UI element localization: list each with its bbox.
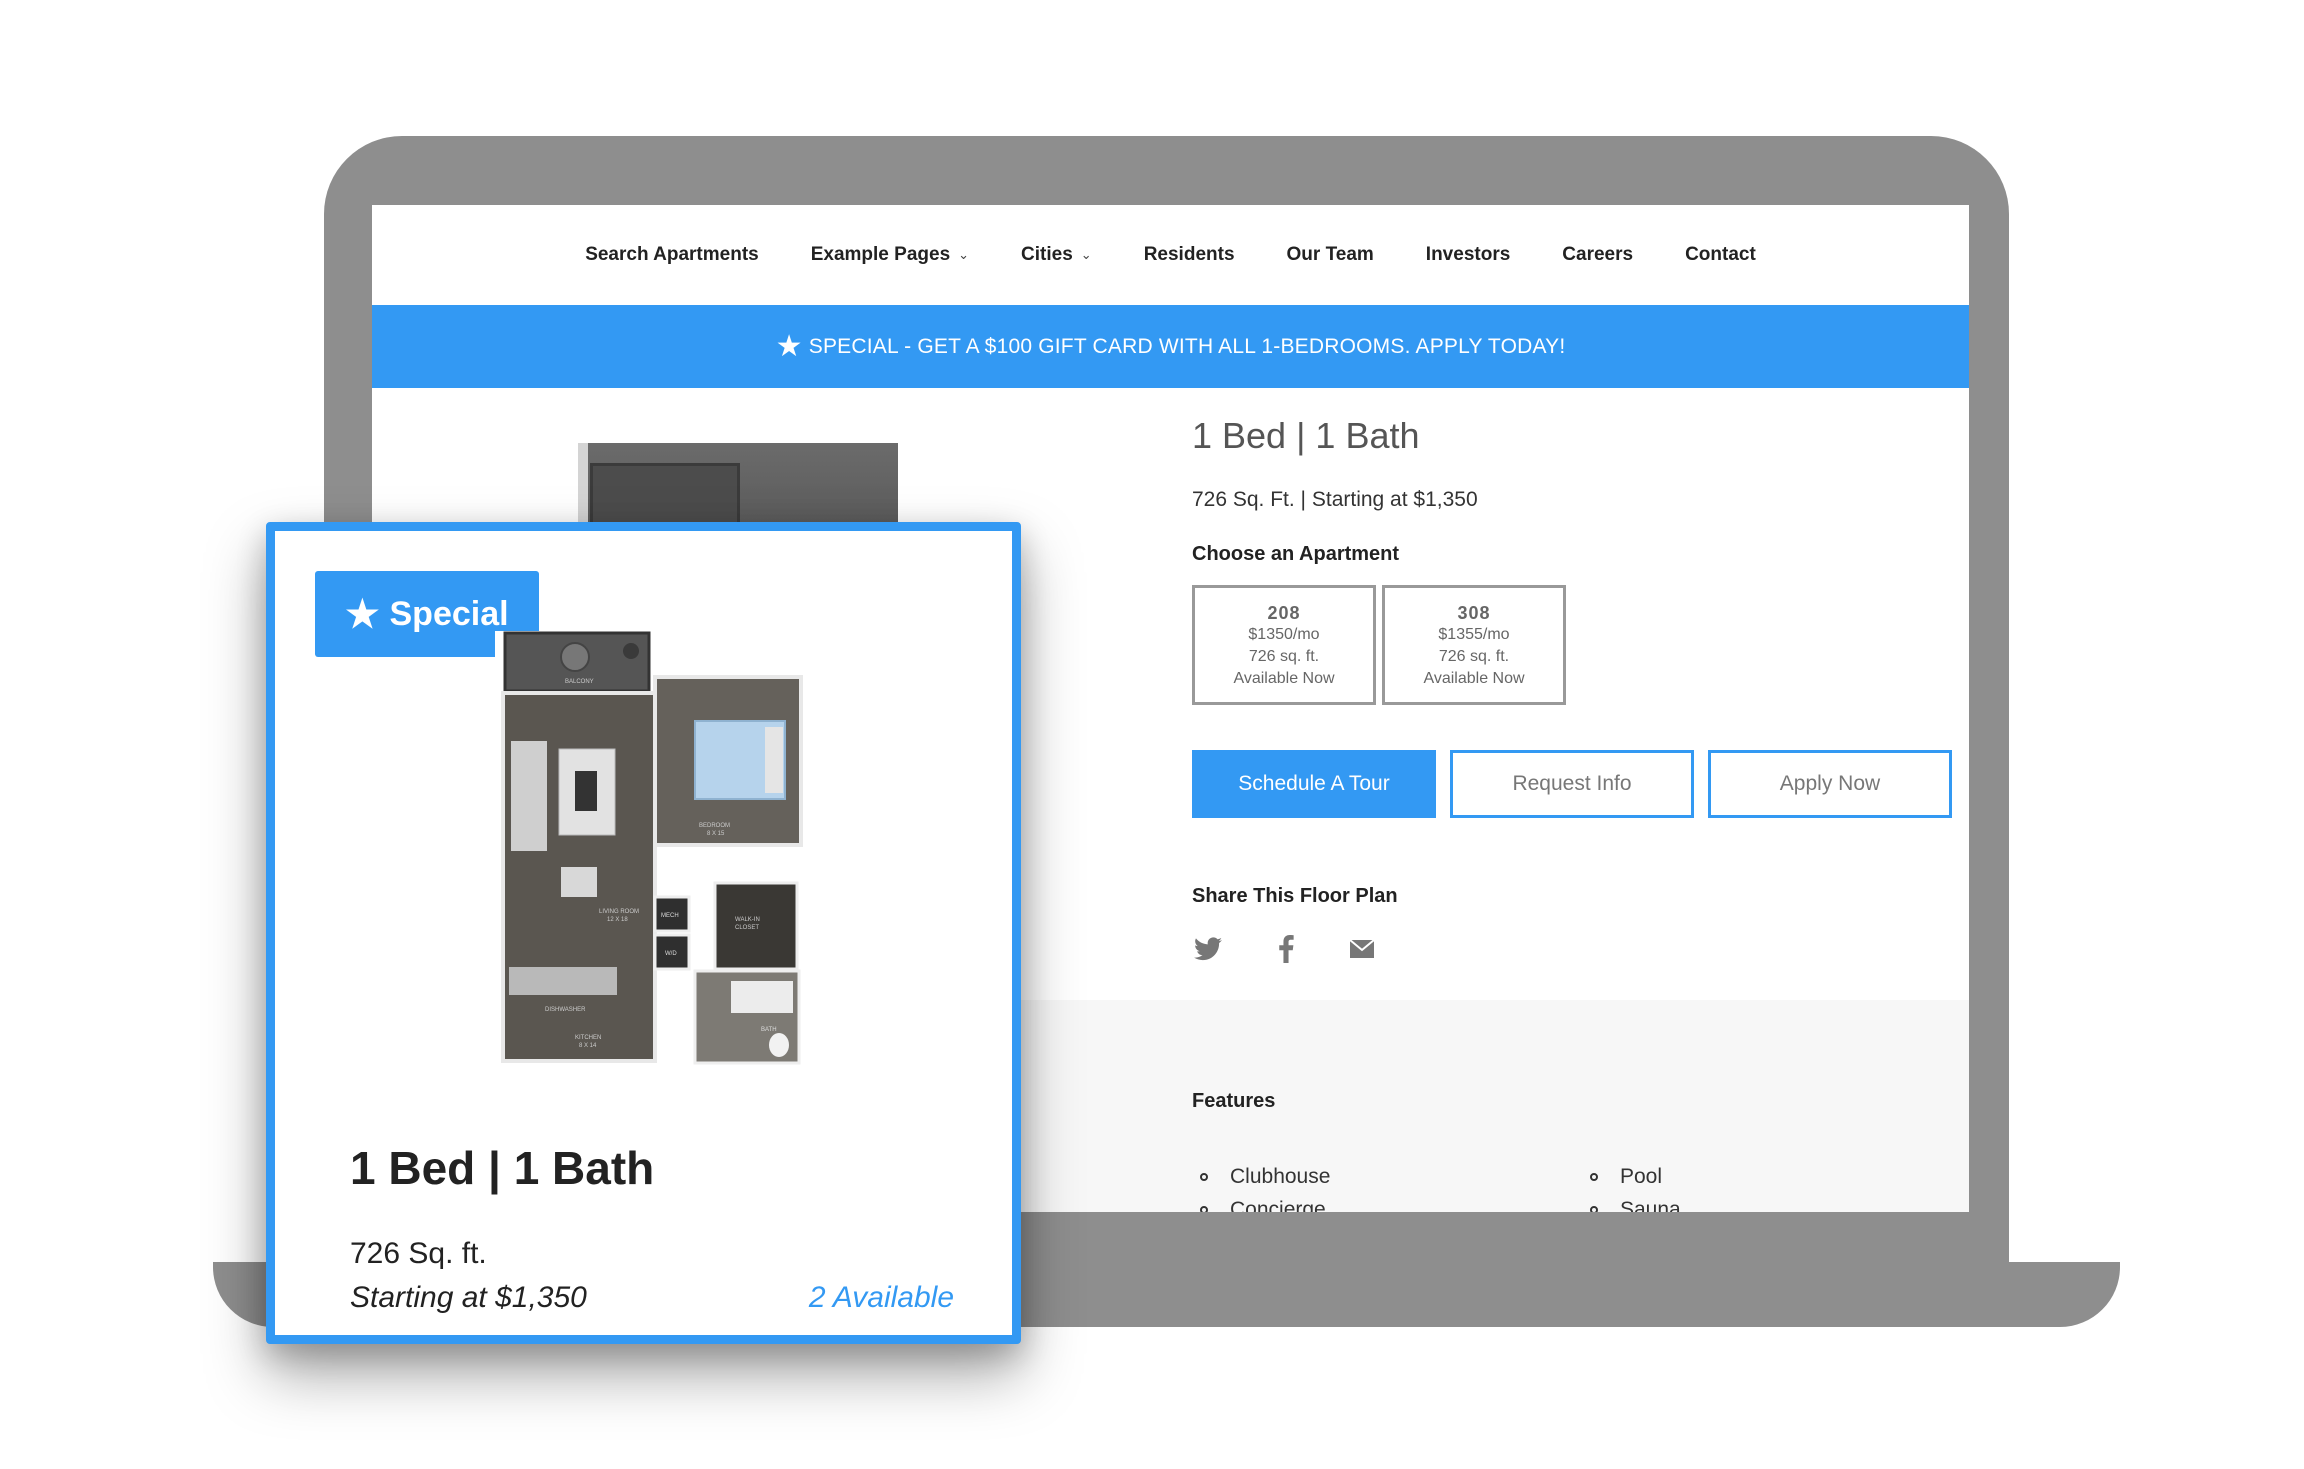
apartment-number: 308 [1457, 603, 1491, 623]
schedule-tour-button[interactable]: Schedule A Tour [1192, 750, 1436, 818]
svg-text:DISHWASHER: DISHWASHER [545, 1007, 586, 1013]
feature-item: Pool [1590, 1165, 1662, 1189]
svg-text:BATH: BATH [761, 1027, 777, 1033]
svg-text:BEDROOM: BEDROOM [699, 823, 730, 829]
apartment-price: $1350/mo [1248, 626, 1320, 643]
twitter-icon[interactable] [1192, 933, 1224, 965]
choose-apartment-label: Choose an Apartment [1192, 543, 1400, 565]
bullet-icon [1590, 1173, 1598, 1181]
svg-text:CLOSET: CLOSET [735, 925, 759, 931]
nav-search-apartments[interactable]: Search Apartments [559, 244, 785, 266]
apartment-price: $1355/mo [1438, 626, 1510, 643]
floorplan-image: BALCONY LIVING ROOM 12 X 18 BEDROOM 8 X … [495, 631, 807, 1071]
card-sqft: 726 Sq. ft. [350, 1237, 487, 1270]
svg-text:WALK-IN: WALK-IN [735, 917, 760, 923]
apartment-size: 726 sq. ft. [1438, 648, 1510, 665]
card-title: 1 Bed | 1 Bath [350, 1142, 655, 1194]
svg-text:8 X 15: 8 X 15 [707, 831, 725, 837]
bullet-icon [1200, 1173, 1208, 1181]
facebook-icon[interactable] [1270, 933, 1302, 965]
nav-contact[interactable]: Contact [1659, 244, 1782, 266]
svg-text:MECH: MECH [661, 913, 679, 919]
svg-text:W/D: W/D [665, 951, 677, 957]
request-info-button[interactable]: Request Info [1450, 750, 1694, 818]
apartment-availability: Available Now [1423, 670, 1525, 687]
share-label: Share This Floor Plan [1192, 885, 1398, 907]
apartment-size: 726 sq. ft. [1248, 648, 1320, 665]
bullet-icon [1590, 1206, 1598, 1212]
main-nav: Search Apartments Example Pages ⌄ Cities ⌄… [372, 205, 1969, 305]
chevron-down-icon: ⌄ [1080, 247, 1092, 262]
feature-item: Sauna [1590, 1198, 1681, 1212]
nav-residents[interactable]: Residents [1118, 244, 1261, 266]
card-price: Starting at $1,350 [350, 1281, 587, 1314]
apartment-availability: Available Now [1233, 670, 1335, 687]
nav-careers[interactable]: Careers [1536, 244, 1659, 266]
svg-text:12 X 18: 12 X 18 [607, 917, 628, 923]
email-icon[interactable] [1346, 933, 1378, 965]
unit-title: 1 Bed | 1 Bath [1192, 415, 1420, 456]
floorplan-wall [578, 443, 588, 533]
star-icon: ★ [345, 593, 380, 636]
banner-text: SPECIAL - GET A $100 GIFT CARD WITH ALL … [808, 334, 1566, 358]
card-availability-link[interactable]: 2 Available [809, 1281, 954, 1315]
bullet-icon [1200, 1206, 1208, 1212]
feature-item: Concierge [1200, 1198, 1326, 1212]
special-banner[interactable]: ★ SPECIAL - GET A $100 GIFT CARD WITH AL… [372, 305, 1969, 388]
nav-example-pages[interactable]: Example Pages ⌄ [785, 244, 995, 266]
chevron-down-icon: ⌄ [958, 247, 970, 262]
nav-our-team[interactable]: Our Team [1261, 244, 1400, 266]
unit-summary: 726 Sq. Ft. | Starting at $1,350 [1192, 488, 1478, 511]
nav-investors[interactable]: Investors [1400, 244, 1536, 266]
apartment-option-308[interactable]: 308 $1355/mo 726 sq. ft. Available Now [1382, 585, 1566, 705]
floorplan-image-background [578, 443, 898, 533]
apply-now-button[interactable]: Apply Now [1708, 750, 1952, 818]
features-label: Features [1192, 1090, 1276, 1112]
svg-text:KITCHEN: KITCHEN [575, 1035, 601, 1041]
svg-text:BALCONY: BALCONY [565, 679, 594, 685]
floorplan-card[interactable]: ★ Special BALCONY LIVING ROOM 12 X 18 BE… [266, 522, 1021, 1344]
apartment-number: 208 [1267, 603, 1301, 623]
svg-text:8 X 14: 8 X 14 [579, 1043, 597, 1049]
floorplan-kitchen-counter [509, 967, 617, 995]
floorplan-sofa [511, 741, 547, 851]
nav-cities[interactable]: Cities ⌄ [995, 244, 1118, 266]
feature-item: Clubhouse [1200, 1165, 1330, 1189]
apartment-option-208[interactable]: 208 $1350/mo 726 sq. ft. Available Now [1192, 585, 1376, 705]
svg-text:LIVING ROOM: LIVING ROOM [599, 909, 639, 915]
star-icon: ★ [775, 330, 803, 363]
